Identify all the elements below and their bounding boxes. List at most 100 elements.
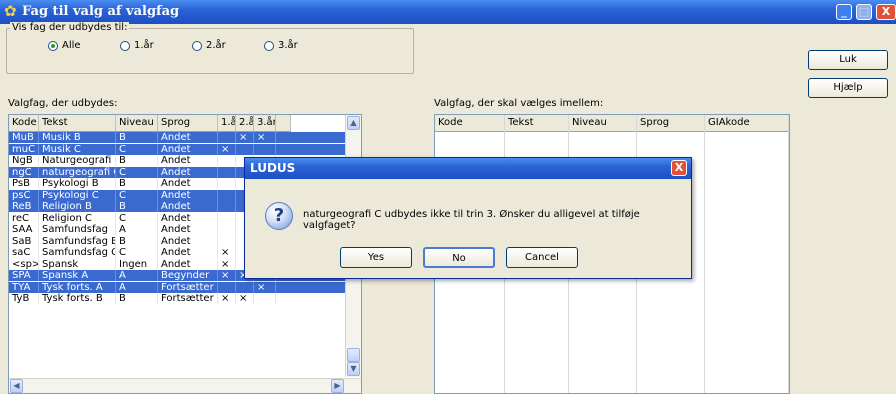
column-header[interactable]: 2.år (236, 115, 254, 131)
filter-group (6, 28, 414, 74)
table-cell: Religion C (39, 212, 116, 224)
column-header[interactable]: Kode (435, 115, 505, 131)
table-cell (254, 293, 276, 304)
help-button[interactable]: Hjælp (808, 78, 888, 98)
table-cell: Spansk (39, 258, 116, 270)
radio-1-ar[interactable]: 1.år (120, 40, 154, 51)
yes-button[interactable]: Yes (340, 247, 412, 268)
scroll-right-button[interactable]: ▶ (331, 379, 344, 393)
table-cell (218, 132, 236, 143)
scroll-thumb[interactable] (347, 348, 360, 362)
table-cell: SAA (9, 224, 39, 235)
table-cell: × (218, 247, 236, 258)
left-horizontal-scrollbar[interactable]: ◀ ▶ (9, 378, 361, 393)
table-cell: B (116, 235, 158, 247)
column-divider (704, 115, 705, 393)
table-cell: MuB (9, 132, 39, 143)
app-flower-icon: ✿ (4, 2, 17, 20)
table-row[interactable]: TyB Tysk forts. B B Fortsætter × × (9, 293, 345, 304)
column-header[interactable]: Tekst (39, 115, 116, 131)
radio-3-ar[interactable]: 3.år (264, 40, 298, 51)
table-cell: B (116, 155, 158, 166)
table-cell (218, 212, 236, 224)
radio-label-alle: Alle (62, 40, 81, 51)
table-cell: C (116, 189, 158, 201)
column-header[interactable]: 3.år (254, 115, 276, 131)
table-cell: ngC (9, 166, 39, 178)
no-button[interactable]: No (423, 247, 495, 268)
table-cell: Andet (158, 143, 218, 155)
table-cell: TYA (9, 281, 39, 293)
dialog-message: naturgeografi C udbydes ikke til trin 3.… (303, 209, 640, 231)
question-icon: ? (265, 202, 293, 230)
radio-label-2-ar: 2.år (206, 40, 226, 51)
column-header[interactable]: Sprog (158, 115, 218, 131)
radio-dot-2-ar[interactable] (192, 40, 202, 51)
table-cell: × (254, 132, 276, 143)
table-cell: muC (9, 143, 39, 155)
table-row[interactable]: MuB Musik B B Andet × × (9, 132, 345, 143)
column-header[interactable]: Kode (9, 115, 39, 131)
table-cell: A (116, 270, 158, 281)
window-title-bar[interactable]: ✿ Fag til valg af valgfag _ □ X (0, 0, 896, 24)
close-button[interactable]: Luk (808, 50, 888, 70)
table-cell: Psykologi C (39, 189, 116, 201)
table-cell: Andet (158, 247, 218, 258)
scroll-down-button[interactable]: ▼ (347, 362, 360, 376)
confirm-dialog: LUDUS X ? naturgeografi C udbydes ikke t… (244, 157, 692, 279)
table-cell: <sp> (9, 258, 39, 270)
table-cell: Andet (158, 166, 218, 178)
radio-label-1-ar: 1.år (134, 40, 154, 51)
table-cell (254, 143, 276, 155)
table-cell: × (218, 293, 236, 304)
table-cell: Fortsætter (158, 293, 218, 304)
table-cell: A (116, 224, 158, 235)
table-cell (218, 281, 236, 293)
choice-courses-header: Kode Tekst Niveau Sprog GIAkode (435, 115, 789, 132)
minimize-button[interactable]: _ (836, 4, 852, 20)
table-cell: A (116, 281, 158, 293)
table-cell (218, 155, 236, 166)
table-cell: × (254, 281, 276, 293)
table-row[interactable]: TYA Tysk forts. A A Fortsætter × (9, 281, 345, 293)
column-header[interactable]: 1.år (218, 115, 236, 131)
table-cell: Psykologi B (39, 178, 116, 189)
scroll-left-button[interactable]: ◀ (10, 379, 23, 393)
table-cell: NgB (9, 155, 39, 166)
table-cell: SPA (9, 270, 39, 281)
table-cell: Ingen (116, 258, 158, 270)
cancel-button[interactable]: Cancel (506, 247, 578, 268)
radio-dot-1-ar[interactable] (120, 40, 130, 51)
table-cell (218, 189, 236, 201)
table-cell: Andet (158, 189, 218, 201)
column-header[interactable]: Niveau (569, 115, 637, 131)
table-cell: Andet (158, 155, 218, 166)
table-cell: × (236, 132, 254, 143)
table-cell: Musik B (39, 132, 116, 143)
table-cell: SaB (9, 235, 39, 247)
radio-2-ar[interactable]: 2.år (192, 40, 226, 51)
scroll-up-button[interactable]: ▲ (347, 116, 360, 130)
table-cell: Musik C (39, 143, 116, 155)
radio-dot-alle[interactable] (48, 40, 58, 51)
column-header[interactable]: Sprog (637, 115, 705, 131)
table-cell: Tysk forts. A (39, 281, 116, 293)
table-cell: Andet (158, 224, 218, 235)
window-title: Fag til valg af valgfag (22, 4, 180, 19)
table-cell: C (116, 166, 158, 178)
table-cell: × (236, 293, 254, 304)
table-cell: B (116, 293, 158, 304)
column-header[interactable]: GIAkode (705, 115, 789, 131)
table-row[interactable]: muC Musik C C Andet × (9, 143, 345, 155)
maximize-button[interactable]: □ (856, 4, 872, 20)
column-header[interactable]: Niveau (116, 115, 158, 131)
radio-dot-3-ar[interactable] (264, 40, 274, 51)
dialog-close-button[interactable]: X (671, 160, 687, 176)
column-header[interactable]: Tekst (505, 115, 569, 131)
radio-alle[interactable]: Alle (48, 40, 81, 51)
table-cell: C (116, 212, 158, 224)
table-cell: Andet (158, 132, 218, 143)
window-close-button[interactable]: X (876, 4, 896, 20)
table-cell: psC (9, 189, 39, 201)
dialog-title-bar[interactable]: LUDUS X (245, 158, 691, 179)
